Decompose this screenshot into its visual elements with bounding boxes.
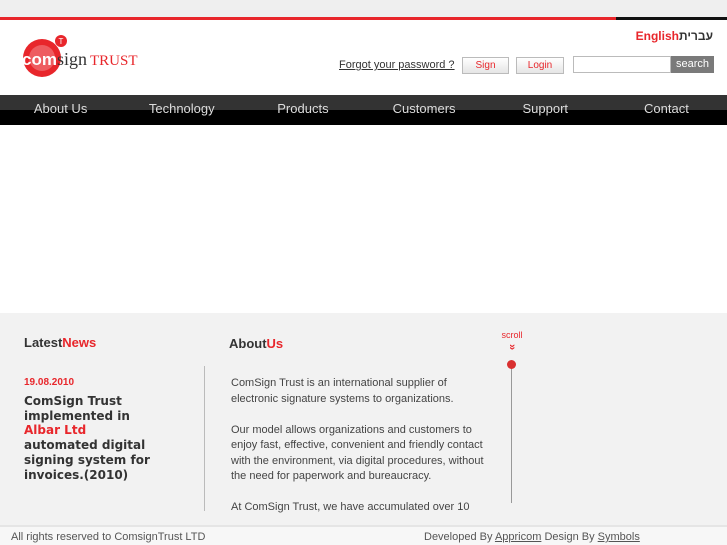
scroll-track[interactable] [511,366,512,503]
nav-technology[interactable]: Technology [121,95,242,125]
about-us-heading: AboutUs [229,336,284,351]
footer: All rights reserved to ComsignTrust LTD … [0,525,727,545]
nav-support[interactable]: Support [485,95,606,125]
lang-hebrew[interactable]: עברית [679,29,713,43]
nav-products[interactable]: Products [242,95,363,125]
designer-link[interactable]: Symbols [598,531,640,543]
news-item[interactable]: ComSign Trust implemented in Albar Ltd a… [24,394,154,482]
logo-sign: sign [57,49,87,69]
svg-text:T: T [59,37,64,46]
main-nav: About Us Technology Products Customers S… [0,95,727,125]
login-button[interactable]: Login [516,57,564,74]
news-date: 19.08.2010 [24,377,75,388]
sign-button[interactable]: Sign [462,57,509,74]
top-strip [0,0,727,17]
latest-news-heading: LatestNews [24,335,97,350]
copyright: All rights reserved to ComsignTrust LTD [11,531,206,543]
credits: Developed By Appricom Design By Symbols [424,531,640,543]
logo-com: com [22,50,57,69]
chevron-down-icon: » [506,343,518,351]
language-switch: Englishעברית [636,29,713,43]
red-line [0,17,616,20]
black-line [616,17,727,20]
nav-about-us[interactable]: About Us [0,95,121,125]
comsign-logo[interactable]: T com sign TRUST [20,34,140,79]
about-text: ComSign Trust is an international suppli… [231,377,484,513]
search-button[interactable]: search [671,56,714,73]
divider [204,366,205,511]
scroll-handle[interactable] [507,360,516,369]
search-input[interactable] [573,56,671,73]
nav-customers[interactable]: Customers [364,95,485,125]
nav-contact[interactable]: Contact [606,95,727,125]
developer-link[interactable]: Appricom [495,531,541,543]
scroll-control[interactable]: scroll» [499,330,525,352]
logo-trust: TRUST [90,53,138,69]
forgot-password-link[interactable]: Forgot your password ? [339,59,455,71]
lang-english[interactable]: English [636,29,679,43]
